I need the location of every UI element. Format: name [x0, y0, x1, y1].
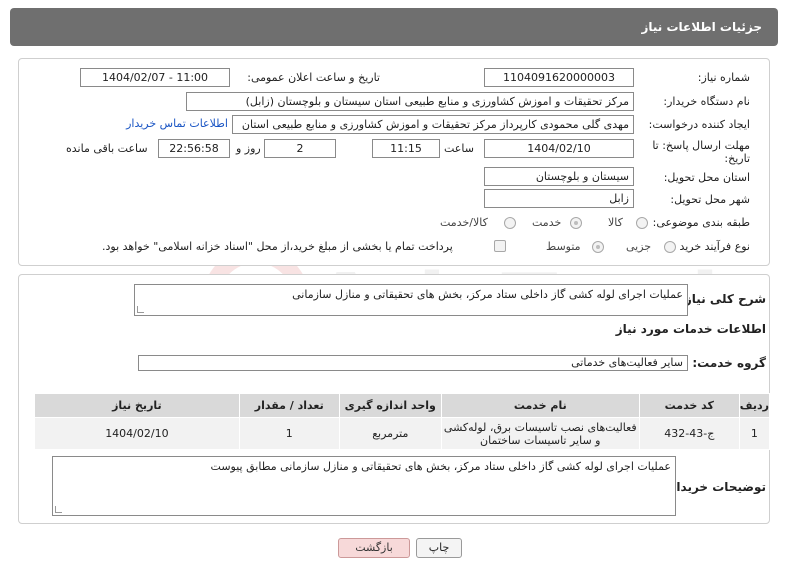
resize-grip-icon[interactable] [55, 506, 62, 513]
table-row: 1 ج-43-432 فعالیت‌های نصب تاسیسات برق، ل… [34, 417, 771, 450]
process-option-minor: جزیی [626, 240, 652, 253]
category-option-goods: کالا [608, 216, 623, 229]
print-button[interactable]: چاپ [416, 538, 462, 558]
remaining-time-field: 22:56:58 [158, 139, 230, 158]
buyer-notes-textarea: عملیات اجرای لوله کشی گاز داخلی ستاد مرک… [52, 456, 676, 516]
col-date: تاریخ نیاز [34, 393, 240, 418]
category-option-service: خدمت [532, 216, 562, 229]
process-label: نوع فرآیند خرید : [672, 240, 750, 253]
cell-code: ج-43-432 [638, 417, 740, 450]
deadline-time-label: ساعت [444, 142, 474, 155]
deadline-label: مهلت ارسال پاسخ: تا [652, 139, 750, 152]
cell-name: فعالیت‌های نصب تاسیسات برق، لوله‌کشی و س… [440, 417, 640, 450]
table-header-row: ردیف کد خدمت نام خدمت واحد اندازه گیری ت… [34, 393, 771, 418]
buyer-notes-text: عملیات اجرای لوله کشی گاز داخلی ستاد مرک… [210, 460, 671, 473]
need-number-field: 1104091620000003 [484, 68, 634, 87]
cell-row: 1 [738, 417, 771, 450]
category-radio-both[interactable] [504, 217, 516, 229]
announce-label: تاریخ و ساعت اعلان عمومی: [247, 71, 380, 84]
need-info-panel [18, 58, 770, 266]
col-unit: واحد اندازه گیری [338, 393, 442, 418]
service-group-field: سایر فعالیت‌های خدماتی [138, 355, 688, 371]
process-radio-medium[interactable] [592, 241, 604, 253]
description-text: عملیات اجرای لوله کشی گاز داخلی ستاد مرک… [292, 288, 683, 301]
province-field: سیستان و بلوچستان [484, 167, 634, 186]
category-radio-service[interactable] [570, 217, 582, 229]
announce-field: 1404/02/07 - 11:00 [80, 68, 230, 87]
service-group-label: گروه خدمت: [692, 356, 766, 370]
col-qty: تعداد / مقدار [238, 393, 340, 418]
cell-qty: 1 [238, 417, 340, 450]
col-row: ردیف [738, 393, 771, 418]
description-textarea: عملیات اجرای لوله کشی گاز داخلی ستاد مرک… [134, 284, 688, 316]
services-section-title: اطلاعات خدمات مورد نیاز [615, 322, 766, 336]
process-radio-minor[interactable] [664, 241, 676, 253]
days-label: روز و [236, 142, 261, 155]
resize-grip-icon[interactable] [137, 306, 144, 313]
deadline-date-field: 1404/02/10 [484, 139, 634, 158]
cell-date: 1404/02/10 [34, 417, 240, 450]
requester-field: مهدی گلی محمودی کارپرداز مرکز تحقیقات و … [232, 115, 634, 134]
services-table: ردیف کد خدمت نام خدمت واحد اندازه گیری ت… [34, 393, 771, 450]
days-field: 2 [264, 139, 336, 158]
treasury-checkbox[interactable] [494, 240, 506, 252]
requester-label: ایجاد کننده درخواست: [648, 118, 750, 131]
payment-note: پرداخت تمام یا بخشی از مبلغ خرید،از محل … [102, 240, 453, 253]
col-name: نام خدمت [440, 393, 640, 418]
category-label: طبقه بندی موضوعی: [652, 216, 750, 229]
buyer-label: نام دستگاه خریدار: [663, 95, 750, 108]
description-label: شرح کلی نیاز: [680, 292, 766, 306]
process-option-medium: متوسط [546, 240, 581, 253]
category-radio-goods[interactable] [636, 217, 648, 229]
need-number-label: شماره نیاز: [697, 71, 750, 84]
back-button[interactable]: بازگشت [338, 538, 410, 558]
page-header: جزئیات اطلاعات نیاز [10, 8, 778, 46]
contact-buyer-link[interactable]: اطلاعات تماس خریدار [126, 117, 228, 130]
remaining-label: ساعت باقی مانده [66, 142, 148, 155]
cell-unit: مترمربع [338, 417, 442, 450]
city-label: شهر محل تحویل: [670, 193, 750, 206]
buyer-notes-label: توضیحات خریدار: [664, 480, 766, 494]
province-label: استان محل تحویل: [663, 171, 750, 184]
col-code: کد خدمت [638, 393, 740, 418]
city-field: زابل [484, 189, 634, 208]
deadline-label-date: تاریخ: [724, 152, 750, 165]
page-title: جزئیات اطلاعات نیاز [641, 20, 762, 34]
deadline-time-field: 11:15 [372, 139, 440, 158]
category-option-both: کالا/خدمت [440, 216, 488, 229]
buyer-field: مرکز تحقیقات و اموزش کشاورزی و منابع طبی… [186, 92, 634, 111]
